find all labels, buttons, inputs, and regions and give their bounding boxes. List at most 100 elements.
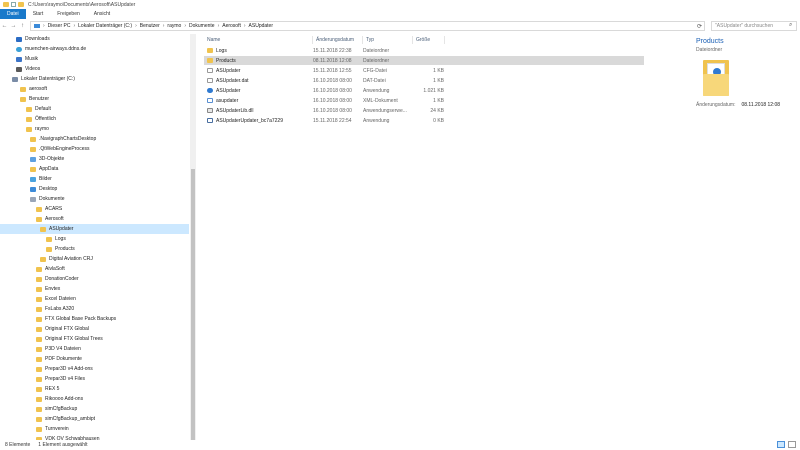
file-row[interactable]: Logs 15.11.2018 22:38 Dateiordner [204,46,644,55]
nav-item-logs[interactable]: Logs [46,234,66,244]
file-name-cell: ASUpdater.dat [207,78,249,84]
objects-icon [30,156,36,162]
file-row[interactable]: ASUpdaterLib.dll 16.10.2018 08:00 Anwendun… [204,106,644,115]
breadcrumb-drive[interactable]: Lokaler Datenträger (C:) [78,23,132,29]
nav-item-label: Rikoooo Add-ons [45,396,84,402]
back-arrow-icon[interactable]: ← [0,23,9,29]
nav-item-donationcoder[interactable]: DonationCoder [36,274,79,284]
nav-item-aerosoft[interactable]: aerosoft [20,84,47,94]
file-date: 15.11.2018 22:54 [313,117,352,124]
nav-item-aivlasoft[interactable]: AivlaSoft [36,264,65,274]
nav-item-label: Turnverein [45,426,69,432]
breadcrumb-aerosoft[interactable]: Aerosoft [222,23,241,29]
nav-item-muenchen-airways-ddns-de[interactable]: muenchen-airways.ddns.de [16,44,86,54]
nav-item-asupdater[interactable]: ASUpdater [0,224,189,234]
nav-scrollbar-thumb[interactable] [191,169,195,440]
dll-file-icon [207,108,213,113]
breadcrumb-dokumente[interactable]: Dokumente [189,23,215,29]
refresh-icon[interactable]: ⟳ [697,23,702,30]
nav-item-simcfgbackup[interactable]: simCfgBackup [36,404,77,414]
properties-icon[interactable] [11,2,16,7]
forward-arrow-icon[interactable]: → [9,23,18,29]
breadcrumb-asupdater[interactable]: ASUpdater [249,23,273,29]
nav-item-prepar3d-v4-files[interactable]: Prepar3D v4 Files [36,374,85,384]
nav-item-navigraphchartsdesktop[interactable]: .NavigraphChartsDesktop [30,134,96,144]
nav-item-öffentlich[interactable]: Öffentlich [26,114,56,124]
nav-item-lokaler-datenträger-c[interactable]: Lokaler Datenträger (C:) [12,74,75,84]
nav-item-dokumente[interactable]: Dokumente [30,194,65,204]
file-row[interactable]: ASUpdaterUpdater_bc7a7229 15.11.2018 22:5… [204,116,644,125]
column-header-type[interactable]: Typ [363,36,413,44]
nav-item-rex-5[interactable]: REX 5 [36,384,59,394]
new-folder-icon[interactable] [18,2,24,7]
search-input[interactable]: "ASUpdater" durchsuchen [711,21,797,31]
nav-item-envtex[interactable]: Envtex [36,284,60,294]
file-row[interactable]: Products 08.11.2018 12:08 Dateiordner [204,56,644,65]
folder-icon [26,116,32,122]
nav-item-videos[interactable]: Videos [16,64,40,74]
nav-item-prepar3d-v4-add-ons[interactable]: Prepar3D v4 Add-ons [36,364,93,374]
nav-item-fslabs-a320[interactable]: FsLabs A320 [36,304,74,314]
nav-item-turnverein[interactable]: Turnverein [36,424,69,434]
nav-item-raymo[interactable]: raymo [26,124,49,134]
nav-item-original-ftx-global-trees[interactable]: Original FTX Global Trees [36,334,103,344]
nav-item-ftx-global-base-pack-backups[interactable]: FTX Global Base Pack Backups [36,314,116,324]
folder-icon [36,426,42,432]
nav-item-rikoooo-add-ons[interactable]: Rikoooo Add-ons [36,394,83,404]
nav-item-label: Prepar3D v4 Add-ons [45,366,93,372]
nav-item-excel-dateien[interactable]: Excel Dateien [36,294,76,304]
column-header-date[interactable]: Änderungsdatum [313,36,363,44]
nav-item-default[interactable]: Default [26,104,51,114]
tab-ansicht[interactable]: Ansicht [87,9,117,19]
file-type: Dateiordner [363,57,390,64]
file-type: Anwendungserwe... [363,107,407,114]
folder-icon [36,386,42,392]
folder-icon [36,316,42,322]
file-name-cell: Products [207,58,236,64]
large-icons-view-icon[interactable] [788,441,796,448]
nav-item-label: muenchen-airways.ddns.de [25,46,87,52]
column-header-name[interactable]: Name [204,36,313,44]
nav-item-original-ftx-global[interactable]: Original FTX Global [36,324,89,334]
nav-item-simcfgbackup-ambipt[interactable]: simCfgBackup_ambipt [36,414,95,424]
nav-item-desktop[interactable]: Desktop [30,184,57,194]
file-name: Logs [216,47,227,54]
folder-icon [30,146,36,152]
file-row[interactable]: ASUpdater 16.10.2018 08:00 Anwendung 1.021 … [204,86,644,95]
breadcrumb-separator: › [184,23,186,29]
folder-icon [30,166,36,172]
address-bar[interactable]: › Dieser PC › Lokaler Datenträger (C:) ›… [30,21,705,31]
tab-datei[interactable]: Datei [0,9,26,19]
details-view-icon[interactable] [777,441,785,448]
breadcrumb-dieser-pc[interactable]: Dieser PC [48,23,71,29]
tab-start[interactable]: Start [26,9,51,19]
file-row[interactable]: ASUpdater 15.11.2018 12:55 CFG-Datei 1 KB [204,66,644,75]
up-arrow-icon[interactable]: ↑ [18,23,27,29]
nav-scrollbar[interactable] [190,34,195,440]
nav-item-label: Default [35,106,51,112]
file-size: 1 KB [433,97,444,104]
nav-item-bilder[interactable]: Bilder [30,174,52,184]
file-size: 0 KB [433,117,444,124]
nav-item-label: raymo [35,126,49,132]
file-row[interactable]: ASUpdater.dat 16.10.2018 08:00 DAT-Datei 1 … [204,76,644,85]
breadcrumb-raymo[interactable]: raymo [167,23,181,29]
file-row[interactable]: asupdater 16.10.2018 08:00 XML-Dokument 1 K… [204,96,644,105]
nav-item-3d-objekte[interactable]: 3D-Objekte [30,154,64,164]
nav-item-digital-aviation-crj[interactable]: Digital Aviation CRJ [40,254,93,264]
nav-item-acars[interactable]: ACARS [36,204,62,214]
column-header-size[interactable]: Größe [413,36,445,44]
search-icon[interactable]: ⌕ [789,22,798,29]
nav-item-downloads[interactable]: Downloads [16,34,50,44]
nav-item-appdata[interactable]: AppData [30,164,58,174]
nav-item-musik[interactable]: Musik [16,54,38,64]
nav-item-aerosoft[interactable]: Aerosoft [36,214,64,224]
nav-item-qtwebengineprocess[interactable]: .QtWebEngineProcess [30,144,90,154]
nav-item-p3d-v4-dateien[interactable]: P3D V4 Dateien [36,344,81,354]
breadcrumb-benutzer[interactable]: Benutzer [140,23,160,29]
nav-item-pdf-dokumente[interactable]: PDF Dokumente [36,354,82,364]
nav-item-products[interactable]: Products [46,244,75,254]
file-date: 15.11.2018 12:55 [313,67,352,74]
tab-freigeben[interactable]: Freigeben [50,9,87,19]
nav-item-benutzer[interactable]: Benutzer [20,94,49,104]
